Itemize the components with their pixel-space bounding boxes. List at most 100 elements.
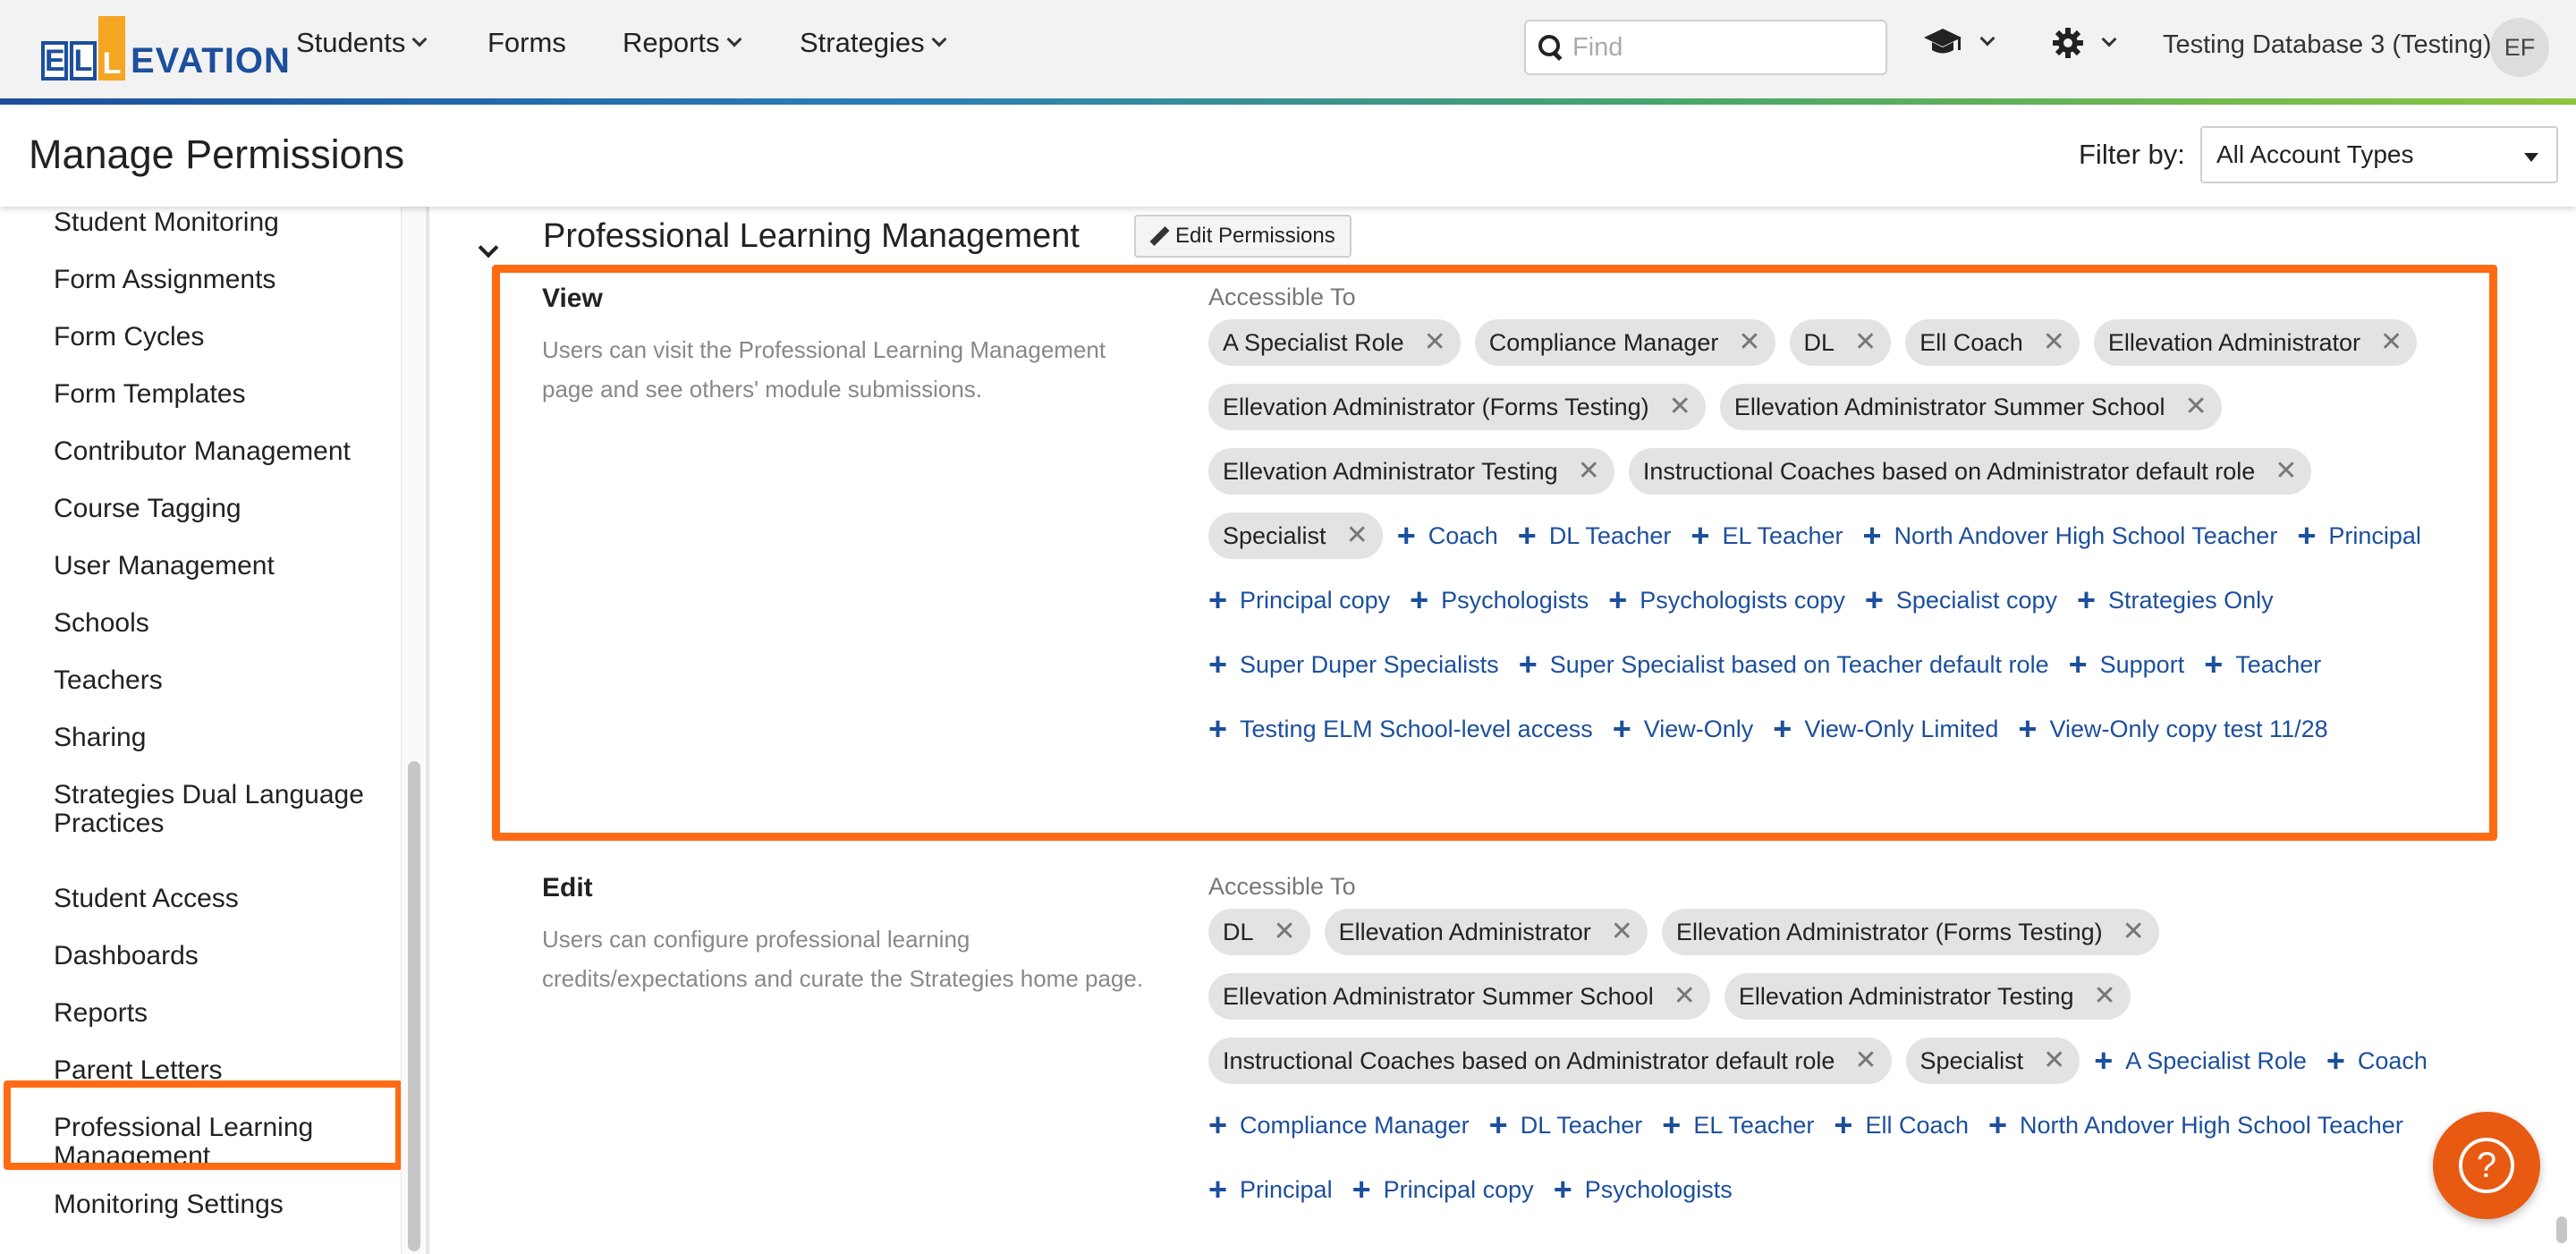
remove-role-icon[interactable]: ✕	[1611, 919, 1633, 945]
brand-gradient-bar	[0, 98, 2576, 105]
add-role-link[interactable]: + Ell Coach	[1834, 1102, 1974, 1148]
granted-role-tag: DL ✕	[1208, 909, 1310, 955]
role-label: North Andover High School Teacher	[2020, 1111, 2403, 1139]
granted-role-tag: Ellevation Administrator Testing ✕	[1724, 973, 2131, 1020]
role-label: Specialist	[1919, 1046, 2024, 1074]
section-title: Professional Learning Management	[543, 217, 1080, 255]
filter-value: All Account Types	[2216, 140, 2414, 168]
sidebar-item[interactable]: Schools	[54, 609, 385, 638]
add-role-link[interactable]: + North Andover High School Teacher	[1988, 1102, 2409, 1148]
plus-icon: +	[1208, 1171, 1228, 1207]
granted-role-tag: Ellevation Administrator ✕	[1324, 909, 1648, 955]
role-label: Compliance Manager	[1240, 1111, 1470, 1139]
sidebar-item[interactable]: Dashboards	[54, 942, 385, 970]
account-type-filter[interactable]: All Account Types	[2200, 126, 2558, 183]
add-role-link[interactable]: + A Specialist Role	[2094, 1038, 2312, 1084]
role-label: Principal	[1240, 1175, 1333, 1203]
section-header: Professional Learning Management Edit Pe…	[428, 207, 2576, 260]
sidebar-item[interactable]: Monitoring Settings	[54, 1190, 385, 1219]
nav-label: Strategies	[800, 27, 925, 58]
granted-role-tag: Ellevation Administrator (Forms Testing)…	[1661, 909, 2159, 955]
role-tag-area: DL ✕ Ellevation Administrator ✕ Ellevation A…	[1208, 909, 2496, 1213]
nav-label: Students	[296, 27, 406, 58]
permission-title: Edit	[542, 873, 593, 902]
granted-role-tag: Instructional Coaches based on Administr…	[1208, 1038, 1892, 1084]
nav-strategies[interactable]: Strategies	[800, 27, 947, 59]
sidebar-item[interactable]: Form Cycles	[54, 323, 385, 352]
sidebar-item[interactable]: Contributor Management	[54, 437, 385, 466]
search-box	[1524, 20, 1887, 75]
logo-letter: E	[41, 41, 68, 80]
role-label: Psychologists	[1584, 1175, 1733, 1203]
plus-icon: +	[1488, 1106, 1508, 1143]
granted-role-tag: Ellevation Administrator Summer School ✕	[1208, 973, 1710, 1020]
role-label: Ell Coach	[1865, 1111, 1970, 1139]
nav-reports[interactable]: Reports	[623, 27, 742, 59]
add-role-link[interactable]: + Compliance Manager	[1208, 1102, 1475, 1148]
sidebar-item[interactable]: Course Tagging	[54, 495, 385, 523]
page-header: Manage Permissions Filter by: All Accoun…	[0, 105, 2576, 207]
nav-forms[interactable]: Forms	[487, 27, 566, 59]
chevron-down-icon	[726, 31, 742, 47]
caret-down-icon	[2524, 153, 2538, 162]
remove-role-icon[interactable]: ✕	[2094, 983, 2116, 1010]
add-role-link[interactable]: + Coach	[2326, 1038, 2433, 1084]
nav-label: Reports	[623, 27, 720, 58]
help-button[interactable]: ?	[2433, 1112, 2540, 1219]
sidebar-item[interactable]: Sharing	[54, 724, 385, 752]
nav-label: Forms	[487, 27, 566, 58]
add-role-link[interactable]: + Principal	[1208, 1166, 1338, 1213]
sidebar-item[interactable]: Student Monitoring	[54, 208, 385, 237]
add-role-link[interactable]: + EL Teacher	[1662, 1102, 1819, 1148]
granted-role-tag: Specialist ✕	[1905, 1038, 2080, 1084]
plus-icon: +	[1662, 1106, 1682, 1143]
avatar[interactable]: EF	[2490, 18, 2549, 77]
role-label: Principal copy	[1383, 1175, 1534, 1203]
add-role-link[interactable]: + DL Teacher	[1489, 1102, 1648, 1148]
sidebar-item[interactable]: Form Templates	[54, 380, 385, 409]
remove-role-icon[interactable]: ✕	[1854, 1047, 1877, 1074]
chevron-down-icon	[411, 31, 428, 47]
main-scrollbar-thumb[interactable]	[2556, 1216, 2567, 1243]
plus-icon: +	[1553, 1171, 1572, 1207]
plus-icon: +	[1208, 1106, 1228, 1143]
role-label: Ellevation Administrator	[1338, 918, 1591, 945]
role-label: Instructional Coaches based on Administr…	[1223, 1046, 1835, 1074]
plus-icon: +	[1988, 1106, 2008, 1143]
gear-icon	[2053, 28, 2083, 58]
role-label: A Specialist Role	[2125, 1046, 2307, 1074]
settings-menu[interactable]	[2052, 27, 2117, 59]
edit-permissions-button[interactable]: Edit Permissions	[1134, 215, 1352, 258]
plus-icon: +	[1834, 1106, 1853, 1143]
remove-role-icon[interactable]: ✕	[2043, 1047, 2065, 1074]
add-role-link[interactable]: + Principal copy	[1352, 1166, 1539, 1213]
remove-role-icon[interactable]: ✕	[1674, 983, 1696, 1010]
sidebar-item[interactable]: Student Access	[54, 885, 385, 913]
plus-icon: +	[2094, 1042, 2114, 1079]
filter-label: Filter by:	[2079, 139, 2185, 170]
remove-role-icon[interactable]: ✕	[2123, 919, 2145, 945]
database-name[interactable]: Testing Database 3 (Testing)	[2163, 30, 2492, 60]
sidebar-item[interactable]: Reports	[54, 999, 385, 1028]
sidebar-item[interactable]: User Management	[54, 552, 385, 580]
sidebar-scrollbar-thumb[interactable]	[408, 761, 420, 1251]
graduation-menu[interactable]	[1923, 27, 1996, 57]
accessible-to-label: Accessible To	[1208, 873, 1356, 900]
page-title: Manage Permissions	[29, 131, 405, 177]
search-input[interactable]	[1572, 32, 1868, 63]
sidebar-item[interactable]: Teachers	[54, 666, 385, 695]
permission-description: Users can configure professional learnin…	[542, 926, 1144, 992]
top-navigation: E L L EVATION Students Forms Reports Str…	[0, 0, 2576, 98]
search-icon	[1538, 35, 1563, 60]
sidebar-item[interactable]: Strategies Dual Language Practices	[54, 781, 385, 838]
pencil-icon	[1150, 227, 1168, 245]
collapse-chevron-icon[interactable]	[478, 237, 499, 258]
add-role-link[interactable]: + Psychologists	[1554, 1166, 1738, 1213]
role-label: DL Teacher	[1520, 1111, 1643, 1139]
role-label: Ellevation Administrator Summer School	[1223, 982, 1654, 1010]
sidebar-item[interactable]: Form Assignments	[54, 266, 385, 294]
logo-text: EVATION	[131, 41, 291, 80]
ellevation-logo[interactable]: E L L EVATION	[41, 14, 291, 80]
nav-students[interactable]: Students	[296, 27, 428, 59]
remove-role-icon[interactable]: ✕	[1274, 919, 1296, 945]
